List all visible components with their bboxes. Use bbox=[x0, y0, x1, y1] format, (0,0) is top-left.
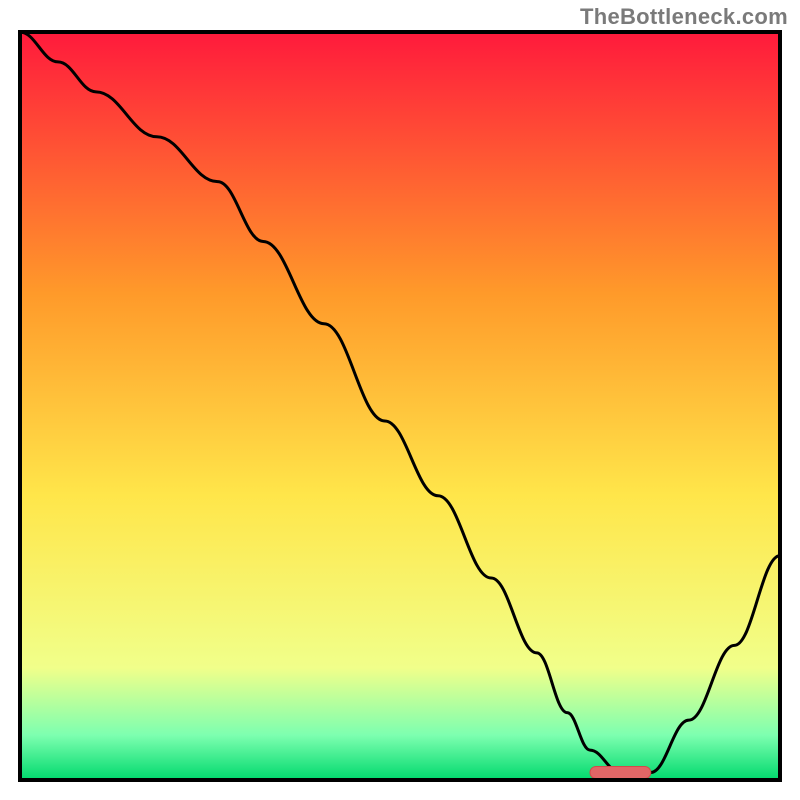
optimal-marker bbox=[590, 767, 651, 779]
bottleneck-chart bbox=[0, 0, 800, 800]
gradient-background bbox=[20, 32, 780, 780]
watermark-text: TheBottleneck.com bbox=[580, 4, 788, 30]
chart-container: { "watermark": "TheBottleneck.com", "col… bbox=[0, 0, 800, 800]
